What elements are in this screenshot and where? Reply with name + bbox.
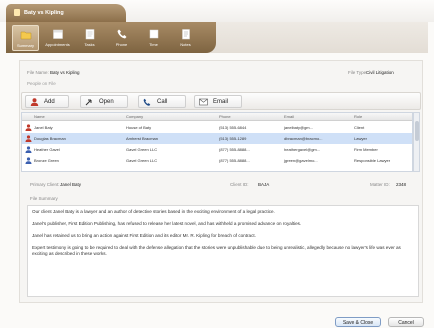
email-person-button[interactable]: Email: [194, 95, 242, 108]
notes-icon: [181, 29, 190, 40]
scrollbar-thumb[interactable]: [415, 121, 419, 141]
file-name-label: File Name:: [27, 70, 49, 75]
person-icon: [25, 157, 32, 164]
column-header-email[interactable]: Email: [284, 114, 294, 119]
primary-client-label: Primary Client:: [30, 182, 60, 187]
phone-icon: [143, 98, 151, 106]
toolbar-tasks-button[interactable]: Tasks: [76, 25, 103, 51]
toolbar-label: Tasks: [84, 42, 95, 47]
cell-company: Amherst Bracman: [126, 136, 159, 141]
toolbar-label: Time: [149, 42, 158, 47]
toolbar-time-button[interactable]: Time: [140, 25, 167, 51]
table-row-selected[interactable]: Douglas Bracman Amherst Bracman (513) 55…: [22, 133, 412, 144]
cell-role: Lawyer: [354, 136, 367, 141]
table-row[interactable]: Bronze Green Gavel Green LLC (877) 555-8…: [22, 155, 412, 166]
toolbar-label: Summary: [16, 43, 35, 48]
cell-phone: (877) 555-8888...: [219, 158, 250, 163]
file-summary-textarea[interactable]: Our client Janel Baty is a lawyer and an…: [27, 205, 419, 297]
toolbar-appointments-button[interactable]: Appointments: [44, 25, 71, 51]
summary-paragraph: Our client Janel Baty is a lawyer and an…: [32, 209, 275, 214]
save-close-button[interactable]: Save & Close: [335, 317, 381, 327]
cell-phone: (513) 555-1289: [219, 136, 247, 141]
cell-email: dbracman@bracmo...: [284, 136, 323, 141]
column-header-company[interactable]: Company: [126, 114, 143, 119]
file-type-label: File Type:: [348, 70, 368, 75]
people-table: Name Company Phone Email Role Janel Baty…: [21, 112, 413, 172]
people-actions-bar: Add Open Call Email: [21, 92, 421, 110]
cell-phone: (513) 555-6844: [219, 125, 247, 130]
cell-name: Bronze Green: [34, 158, 59, 163]
cell-email: janelbaty@gm...: [284, 125, 313, 130]
summary-paragraph: Expert testimony is going to be required…: [32, 245, 401, 256]
cell-company: Gavel Green LLC: [126, 147, 158, 152]
open-person-button[interactable]: Open: [80, 95, 128, 108]
add-person-button[interactable]: Add: [25, 95, 69, 108]
cell-name: Janel Baty: [34, 125, 53, 130]
person-icon: [25, 124, 32, 131]
cell-phone: (877) 555-8888...: [219, 147, 250, 152]
window-title-tab: Baty vs Kipling: [6, 4, 126, 22]
toolbar: Summary Appointments Tasks Phone Time No…: [6, 22, 216, 53]
cell-role: Firm Member: [354, 147, 378, 152]
summary-label: File Summary: [30, 196, 58, 201]
matter-id-label: Matter ID:: [370, 182, 390, 187]
toolbar-phone-button[interactable]: Phone: [108, 25, 135, 51]
column-header-phone[interactable]: Phone: [219, 114, 231, 119]
file-name-value: Baty vs Kipling: [50, 70, 80, 75]
add-person-icon: [30, 98, 39, 106]
open-icon: [85, 99, 92, 106]
calendar-icon: [52, 29, 63, 39]
phone-icon: [117, 29, 126, 39]
folder-icon: [20, 31, 31, 40]
people-table-header: Name Company Phone Email Role: [22, 113, 412, 121]
email-person-label: Email: [213, 99, 229, 105]
email-icon: [199, 98, 208, 106]
summary-paragraph: Janel has retained us to bring an action…: [32, 233, 256, 238]
people-section-label: People on File: [27, 81, 56, 86]
toolbar-label: Phone: [115, 42, 128, 47]
table-row[interactable]: Janel Baty House of Baty (513) 555-6844 …: [22, 122, 412, 133]
call-person-label: Call: [157, 99, 168, 105]
client-id-value: BAJA: [258, 182, 270, 187]
cell-name: Heather Gavel: [34, 147, 60, 152]
people-table-scrollbar[interactable]: [413, 112, 420, 172]
open-person-label: Open: [99, 99, 114, 105]
toolbar-notes-button[interactable]: Notes: [172, 25, 199, 51]
tasks-icon: [85, 29, 94, 40]
cell-role: Client: [354, 125, 365, 130]
time-icon: [149, 29, 158, 39]
toolbar-label: Appointments: [45, 42, 70, 47]
window-icon: [14, 9, 20, 16]
summary-paragraph: Janel's publisher, First Edition Publish…: [32, 221, 302, 226]
cell-company: House of Baty: [126, 125, 152, 130]
person-icon: [25, 135, 32, 142]
call-person-button[interactable]: Call: [138, 95, 186, 108]
column-header-role[interactable]: Role: [354, 114, 362, 119]
client-id-label: Client ID:: [230, 182, 249, 187]
window-title: Baty vs Kipling: [24, 10, 64, 16]
file-type-value: Civil Litigation: [366, 70, 394, 75]
cell-company: Gavel Green LLC: [126, 158, 158, 163]
person-icon: [25, 146, 32, 153]
cell-name: Douglas Bracman: [34, 136, 66, 141]
toolbar-label: Notes: [180, 42, 191, 47]
cell-email: jgreen@gavelmo...: [284, 158, 318, 163]
primary-client-value: Janel Baty: [60, 182, 82, 187]
toolbar-summary-button[interactable]: Summary: [12, 25, 39, 51]
cancel-button[interactable]: Cancel: [388, 317, 424, 327]
add-person-label: Add: [44, 99, 55, 105]
cell-role: Responsible Lawyer: [354, 158, 391, 163]
table-row[interactable]: Heather Gavel Gavel Green LLC (877) 555-…: [22, 144, 412, 155]
cell-email: heathergavel@gm...: [284, 147, 321, 152]
matter-id-value: 2348: [396, 182, 407, 187]
column-header-name[interactable]: Name: [34, 114, 45, 119]
